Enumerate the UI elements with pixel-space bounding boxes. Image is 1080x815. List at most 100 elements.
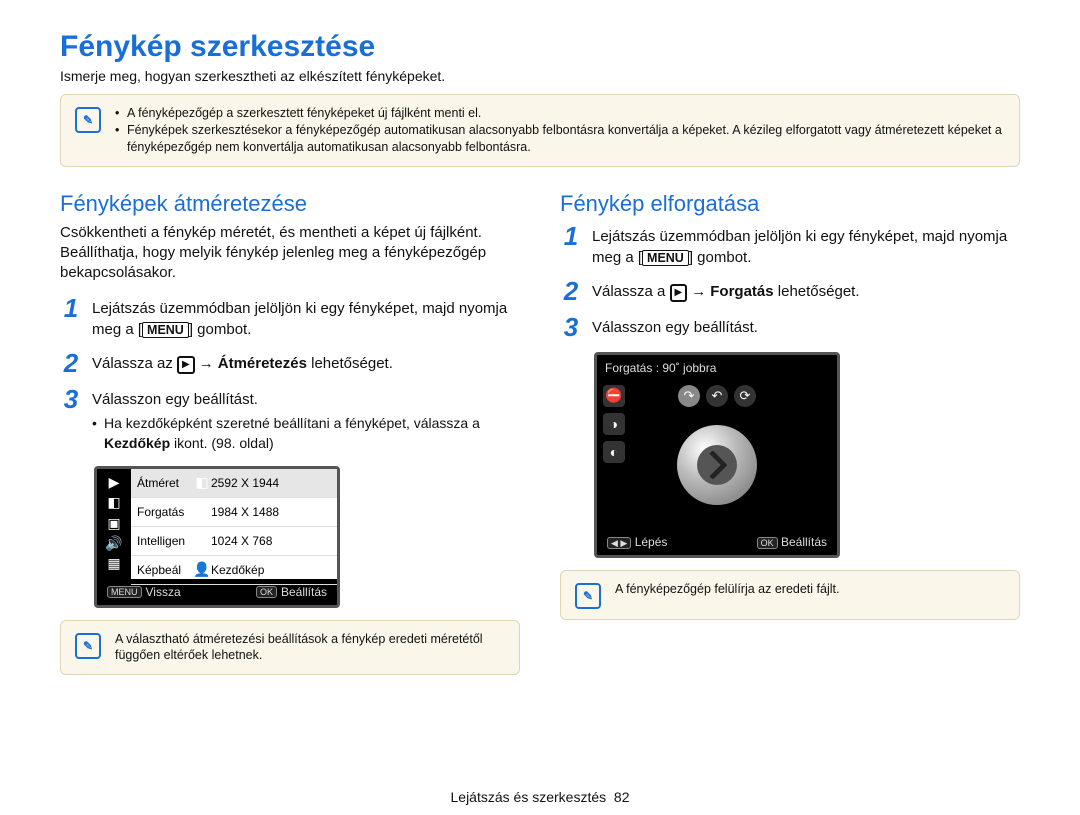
resize-screen: ▶ ◧ ▣ 🔊 ▦ Átméret ◧ 2592 X 1944 Fo xyxy=(94,466,340,608)
resize-row-2[interactable]: Forgatás ◧ 1984 X 1488 xyxy=(131,498,337,527)
side-icon-2: ◧ xyxy=(105,494,123,512)
rotate-top-icons: ↷ ↶ ⟳ xyxy=(678,385,756,407)
step-post: gombot. xyxy=(693,249,751,266)
menu-button-label: MENU xyxy=(142,322,189,338)
knob-arrow-icon xyxy=(697,445,737,485)
sub-post: ikont. (98. oldal) xyxy=(170,435,274,451)
step-number: 3 xyxy=(60,386,82,453)
row-value: 1984 X 1488 xyxy=(211,505,331,519)
ok-label: Beállítás xyxy=(281,585,327,599)
rotate-180-icon[interactable]: ⟳ xyxy=(734,385,756,407)
page: Fénykép szerkesztése Ismerje meg, hogyan… xyxy=(0,0,1080,815)
rotate-left-icon[interactable]: ↶ xyxy=(706,385,728,407)
note-icon: ✎ xyxy=(75,107,101,133)
ok-key-icon: OK xyxy=(757,537,778,549)
page-footer: Lejátszás és szerkesztés 82 xyxy=(0,789,1080,805)
startup-icon: 👤 xyxy=(193,561,211,579)
footer-section: Lejátszás és szerkesztés xyxy=(451,789,607,805)
rotate-right-icon[interactable]: ↷ xyxy=(678,385,700,407)
step-text: Válassza a ▶→Forgatás lehetőséget. xyxy=(592,278,1020,304)
row-value: 2592 X 1944 xyxy=(211,476,331,490)
step-strong: Átméretezés xyxy=(218,355,307,372)
rotate-screen: Forgatás : 90˚ jobbra ⛔ ◑ ◐ ↷ ↶ ⟳ ◀ ▶ Lé… xyxy=(594,352,840,558)
step-button[interactable]: ◀ ▶ Lépés xyxy=(607,535,667,549)
step-post: gombot. xyxy=(193,321,251,338)
rotate-head: Forgatás : 90˚ jobbra xyxy=(597,355,837,381)
arrows-key-icon: ◀ ▶ xyxy=(607,537,631,549)
exposure-icon: ◑ xyxy=(603,413,625,435)
resize-list: Átméret ◧ 2592 X 1944 Forgatás ◧ 1984 X … xyxy=(131,469,337,579)
resize-row-1[interactable]: Átméret ◧ 2592 X 1944 xyxy=(131,469,337,498)
play-icon: ▶ xyxy=(670,284,688,302)
back-button[interactable]: MENUVissza xyxy=(107,585,181,599)
row-label: Forgatás xyxy=(137,505,193,519)
size-icon: ◧ xyxy=(193,532,211,550)
step-number: 2 xyxy=(560,278,582,304)
right-step-2: 2 Válassza a ▶→Forgatás lehetőséget. xyxy=(560,278,1020,304)
right-note-box: ✎ A fényképezőgép felülírja az eredeti f… xyxy=(560,570,1020,620)
step-pre: Válassza a xyxy=(592,283,670,300)
note-icon: ✎ xyxy=(575,583,601,609)
right-step-1: 1 Lejátszás üzemmódban jelöljön ki egy f… xyxy=(560,223,1020,268)
play-icon: ▶ xyxy=(177,356,195,374)
ok-button[interactable]: OK Beállítás xyxy=(757,535,827,549)
step-pre: Válasszon egy beállítást. xyxy=(92,391,258,408)
right-heading: Fénykép elforgatása xyxy=(560,191,1020,217)
page-intro: Ismerje meg, hogyan szerkesztheti az elk… xyxy=(60,68,1020,84)
left-heading: Fényképek átméretezése xyxy=(60,191,520,217)
top-note-body: A fényképezőgép a szerkesztett fényképek… xyxy=(115,105,1005,156)
side-icon-sound: 🔊 xyxy=(105,535,123,553)
row-label: Intelligen xyxy=(137,534,193,548)
resize-screen-body: ▶ ◧ ▣ 🔊 ▦ Átméret ◧ 2592 X 1944 Fo xyxy=(97,469,337,579)
step-text: Válassza az ▶→Átméretezés lehetőséget. xyxy=(92,350,520,376)
step-text: Lejátszás üzemmódban jelöljön ki egy fén… xyxy=(592,223,1020,268)
step-post: lehetőséget. xyxy=(774,283,860,300)
page-title: Fénykép szerkesztése xyxy=(60,30,1020,64)
step-label: Lépés xyxy=(635,535,668,549)
col-left: Fényképek átméretezése Csökkentheti a fé… xyxy=(60,191,520,676)
step-number: 1 xyxy=(560,223,582,268)
back-label: Vissza xyxy=(146,585,181,599)
ok-button[interactable]: OK Beállítás xyxy=(256,585,327,599)
step-text: Lejátszás üzemmódban jelöljön ki egy fén… xyxy=(92,295,520,340)
col-right: Fénykép elforgatása 1 Lejátszás üzemmódb… xyxy=(560,191,1020,676)
off-icon: ⛔ xyxy=(603,385,625,407)
left-note-text: A választható átméretezési beállítások a… xyxy=(115,631,505,665)
wb-icon: ◐ xyxy=(603,441,625,463)
step-text: Válasszon egy beállítást. Ha kezdőképkén… xyxy=(92,386,520,453)
right-note-text: A fényképezőgép felülírja az eredeti fáj… xyxy=(615,581,839,598)
row-value: Kezdőkép xyxy=(211,563,331,577)
resize-row-3[interactable]: Intelligen ◧ 1024 X 768 xyxy=(131,527,337,556)
top-note-2: Fényképek szerkesztésekor a fényképezőgé… xyxy=(115,122,1005,156)
step-number: 2 xyxy=(60,350,82,376)
left-para: Csökkentheti a fénykép méretét, és menth… xyxy=(60,223,520,284)
step-post: lehetőséget. xyxy=(307,355,393,372)
side-icon-3: ▣ xyxy=(105,515,123,533)
row-label: Képbeál xyxy=(137,563,193,577)
sub-strong: Kezdőkép xyxy=(104,435,170,451)
ok-key-icon: OK xyxy=(256,586,277,598)
left-step-2: 2 Válassza az ▶→Átméretezés lehetőséget. xyxy=(60,350,520,376)
step-number: 3 xyxy=(560,314,582,340)
row-value: 1024 X 768 xyxy=(211,534,331,548)
left-step-1: 1 Lejátszás üzemmódban jelöljön ki egy f… xyxy=(60,295,520,340)
side-icon-play: ▶ xyxy=(105,474,123,492)
note-icon: ✎ xyxy=(75,633,101,659)
left-note-box: ✎ A választható átméretezési beállítások… xyxy=(60,620,520,676)
columns: Fényképek átméretezése Csökkentheti a fé… xyxy=(60,191,1020,676)
arrow-icon: → xyxy=(195,353,218,374)
resize-row-4[interactable]: Képbeál 👤 Kezdőkép xyxy=(131,556,337,585)
top-note-1: A fényképezőgép a szerkesztett fényképek… xyxy=(115,105,1005,122)
rotate-foot: ◀ ▶ Lépés OK Beállítás xyxy=(597,535,837,549)
step-sub: Ha kezdőképként szeretné beállítani a fé… xyxy=(92,414,520,453)
rotate-side: ⛔ ◑ ◐ xyxy=(603,385,625,463)
size-icon: ◧ xyxy=(193,503,211,521)
step-strong: Forgatás xyxy=(710,283,773,300)
rotate-knob[interactable] xyxy=(677,425,757,505)
arrow-icon: → xyxy=(687,281,710,302)
left-step-3: 3 Válasszon egy beállítást. Ha kezdőképk… xyxy=(60,386,520,453)
resize-side-icons: ▶ ◧ ▣ 🔊 ▦ xyxy=(97,469,131,579)
ok-label: Beállítás xyxy=(781,535,827,549)
sub-pre: Ha kezdőképként szeretné beállítani a fé… xyxy=(104,415,480,431)
row-label: Átméret xyxy=(137,476,193,490)
